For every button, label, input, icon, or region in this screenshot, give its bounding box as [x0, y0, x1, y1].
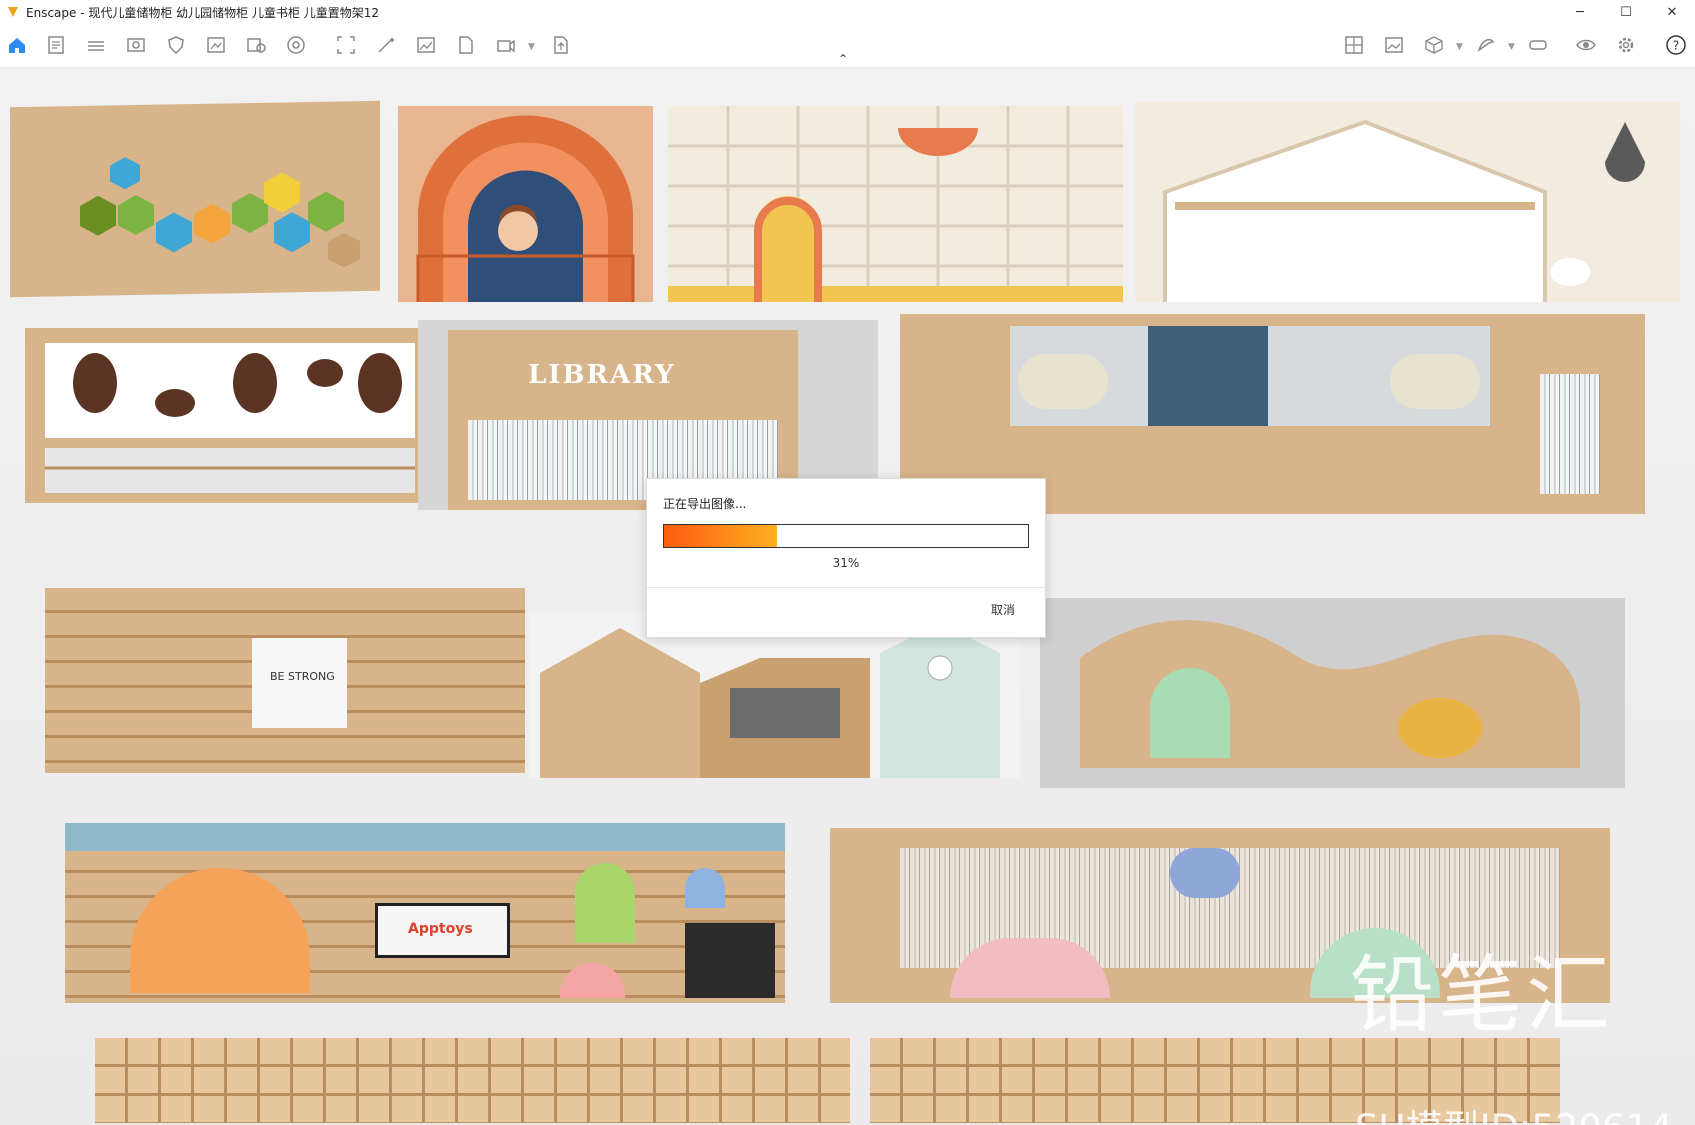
video-dropdown-caret-icon[interactable]: ▼: [528, 42, 535, 52]
upload-icon[interactable]: [550, 34, 572, 56]
material-dropdown-caret-icon[interactable]: ▼: [1456, 42, 1463, 52]
shield-icon[interactable]: [165, 34, 187, 56]
atmosphere-icon[interactable]: [1475, 34, 1497, 56]
close-button[interactable]: ✕: [1649, 0, 1695, 24]
house-bookcase: [25, 328, 425, 503]
minimize-button[interactable]: ─: [1557, 0, 1603, 24]
enscape-logo-icon: [8, 7, 18, 17]
cancel-button[interactable]: 取消: [991, 601, 1015, 618]
image-icon[interactable]: [415, 34, 437, 56]
bookshelf-with-arch: [668, 106, 1123, 302]
gallery-icon[interactable]: [1383, 34, 1405, 56]
collapse-toolbar-caret-icon[interactable]: ⌃: [838, 52, 848, 66]
tv-bookshelf: Apptoys: [65, 823, 785, 1003]
capture-icon[interactable]: [335, 34, 357, 56]
enscape-window: Enscape - 现代儿童储物柜 幼儿园储物柜 儿童书柜 儿童置物架12 ─ …: [0, 0, 1695, 1125]
rainbow-arch-shelf: [398, 106, 653, 302]
atmosphere-dropdown-caret-icon[interactable]: ▼: [1508, 42, 1515, 52]
document-icon[interactable]: [45, 34, 67, 56]
settings-gear-icon[interactable]: [1615, 34, 1637, 56]
house-shelf-panel: [1135, 102, 1680, 302]
screen-text: Apptoys: [408, 921, 473, 937]
panorama-icon[interactable]: [285, 34, 307, 56]
watermark-model-id: SU模型ID:520614: [1355, 1098, 1673, 1125]
export-progress-dialog: 正在导出图像... 31% 取消: [646, 478, 1046, 638]
window-title: Enscape - 现代儿童储物柜 幼儿园储物柜 儿童书柜 儿童置物架12: [26, 5, 380, 20]
poster-text: BE STRONG: [270, 670, 335, 683]
wave-shelf-wall: [1040, 598, 1625, 788]
eye-icon[interactable]: [1575, 34, 1597, 56]
wave-shelf-icon: [1080, 620, 1580, 768]
house-outline-icon: [1163, 119, 1645, 302]
watermark-logo: 铅笔汇: [1350, 946, 1615, 1044]
arch-bookshelf-icon: [668, 106, 1123, 302]
open-bookshelf: BE STRONG: [45, 588, 525, 773]
hexagon-cabinet: [10, 100, 380, 298]
progress-percent: 31%: [832, 556, 860, 570]
door-cabinet-icon: [45, 343, 415, 493]
export-progress-bar: [663, 524, 1029, 548]
vr-headset-icon[interactable]: [1527, 34, 1549, 56]
dialog-separator: [647, 587, 1045, 588]
hexagon-shelves-icon: [80, 157, 360, 268]
help-label: ?: [1673, 39, 1679, 53]
magic-wand-icon[interactable]: [375, 34, 397, 56]
material-cube-icon[interactable]: [1423, 34, 1445, 56]
video-icon[interactable]: [495, 34, 517, 56]
screenshot-icon[interactable]: [205, 34, 227, 56]
bim-icon[interactable]: [85, 34, 107, 56]
view-icon[interactable]: [125, 34, 147, 56]
batch-render-icon[interactable]: [245, 34, 267, 56]
library-sign: LIBRARY: [528, 360, 676, 390]
dialog-title: 正在导出图像...: [663, 497, 747, 511]
asset-library-icon[interactable]: [1343, 34, 1365, 56]
title-bar: Enscape - 现代儿童储物柜 幼儿园储物柜 儿童书柜 儿童置物架12 ─ …: [0, 0, 1695, 24]
rainbow-arch-icon: [416, 115, 635, 302]
home-icon[interactable]: [6, 34, 28, 56]
help-icon[interactable]: ?: [1665, 34, 1687, 56]
progress-fill: [664, 525, 777, 547]
file-export-icon[interactable]: [455, 34, 477, 56]
window-controls: ─ ☐ ✕: [1557, 0, 1695, 24]
maximize-button[interactable]: ☐: [1603, 0, 1649, 24]
low-storage-cabinet-left: [95, 1038, 850, 1123]
